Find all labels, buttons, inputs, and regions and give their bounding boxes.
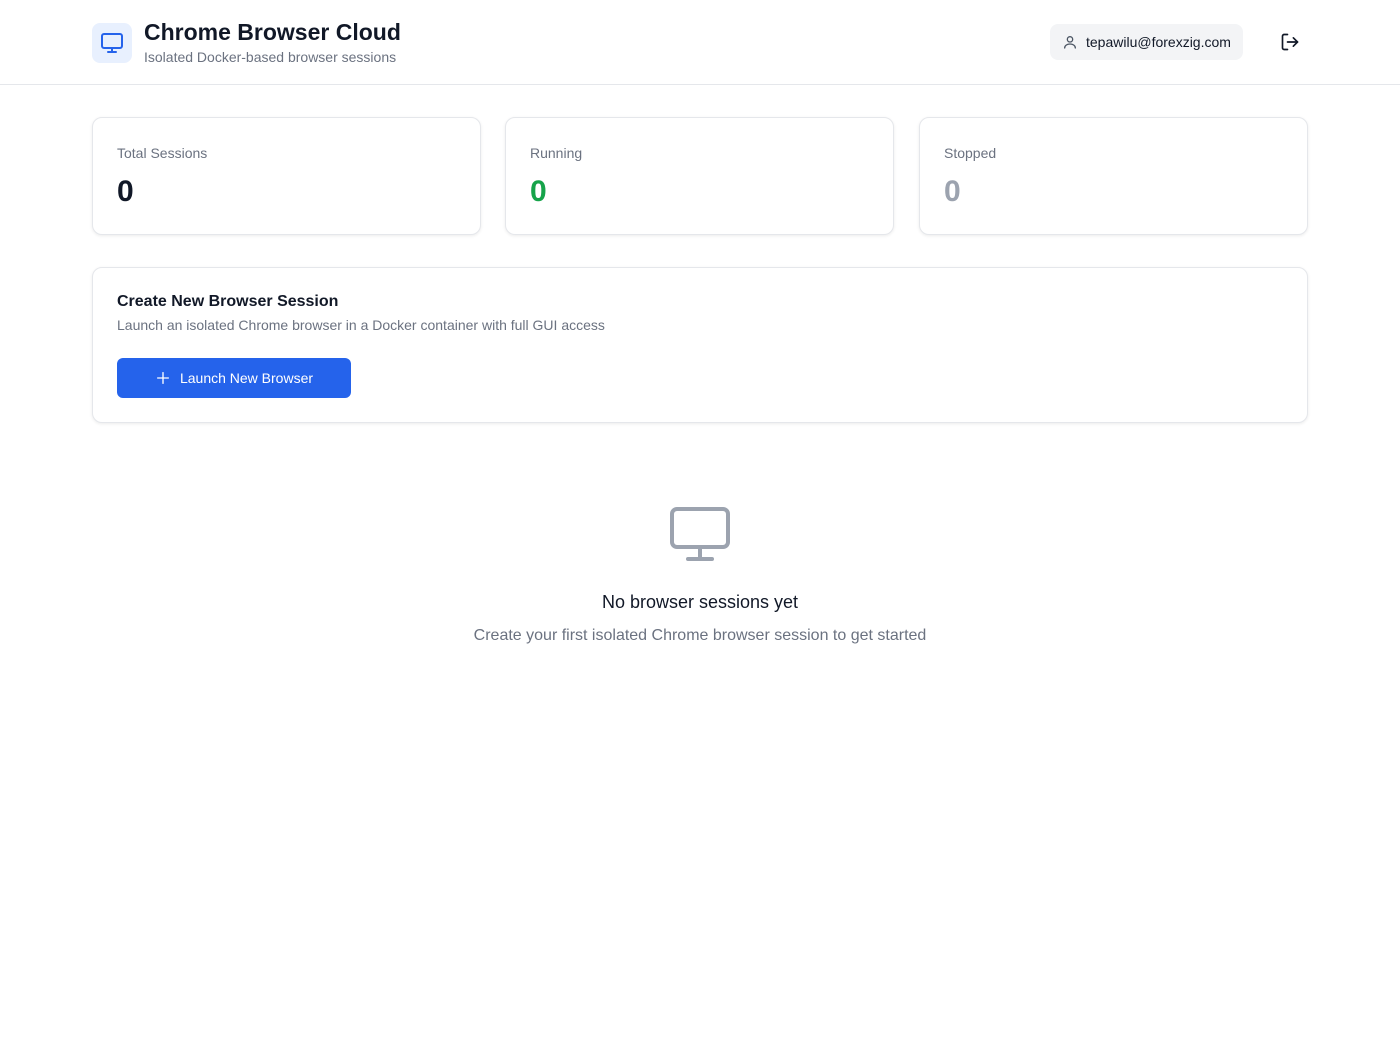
create-session-card: Create New Browser Session Launch an iso…: [92, 267, 1308, 423]
app-subtitle: Isolated Docker-based browser sessions: [144, 49, 397, 65]
stat-label: Stopped: [944, 145, 997, 161]
app-header: Chrome Browser Cloud Isolated Docker-bas…: [0, 0, 1400, 85]
logout-button[interactable]: [1274, 26, 1306, 58]
stat-card-running: Running 0: [505, 117, 894, 235]
monitor-icon: [669, 505, 731, 563]
empty-state: No browser sessions yet Create your firs…: [0, 505, 1400, 647]
empty-state-title: No browser sessions yet: [601, 592, 799, 612]
stat-card-stopped: Stopped 0: [919, 117, 1308, 235]
stat-card-total: Total Sessions 0: [92, 117, 481, 235]
user-icon: [1062, 34, 1078, 50]
stat-value-stopped: 0: [944, 175, 961, 208]
stat-label: Total Sessions: [117, 145, 208, 161]
user-email: tepawilu@forexzig.com: [1086, 34, 1231, 50]
create-session-description: Launch an isolated Chrome browser in a D…: [117, 317, 605, 333]
stat-label: Running: [530, 145, 583, 161]
create-session-title: Create New Browser Session: [117, 293, 339, 310]
stat-value-total: 0: [117, 175, 134, 208]
stat-value-running: 0: [530, 175, 547, 208]
user-badge[interactable]: tepawilu@forexzig.com: [1050, 24, 1243, 60]
monitor-icon: [92, 22, 132, 63]
plus-icon: [155, 370, 171, 386]
app-title: Chrome Browser Cloud: [144, 19, 401, 45]
brand-text: Chrome Browser Cloud Isolated Docker-bas…: [144, 18, 401, 67]
empty-state-description: Create your first isolated Chrome browse…: [473, 627, 927, 644]
brand: Chrome Browser Cloud Isolated Docker-bas…: [92, 18, 401, 67]
launch-button-label: Launch New Browser: [179, 370, 314, 386]
logout-icon: [1280, 32, 1300, 52]
launch-new-browser-button[interactable]: Launch New Browser: [117, 358, 351, 398]
